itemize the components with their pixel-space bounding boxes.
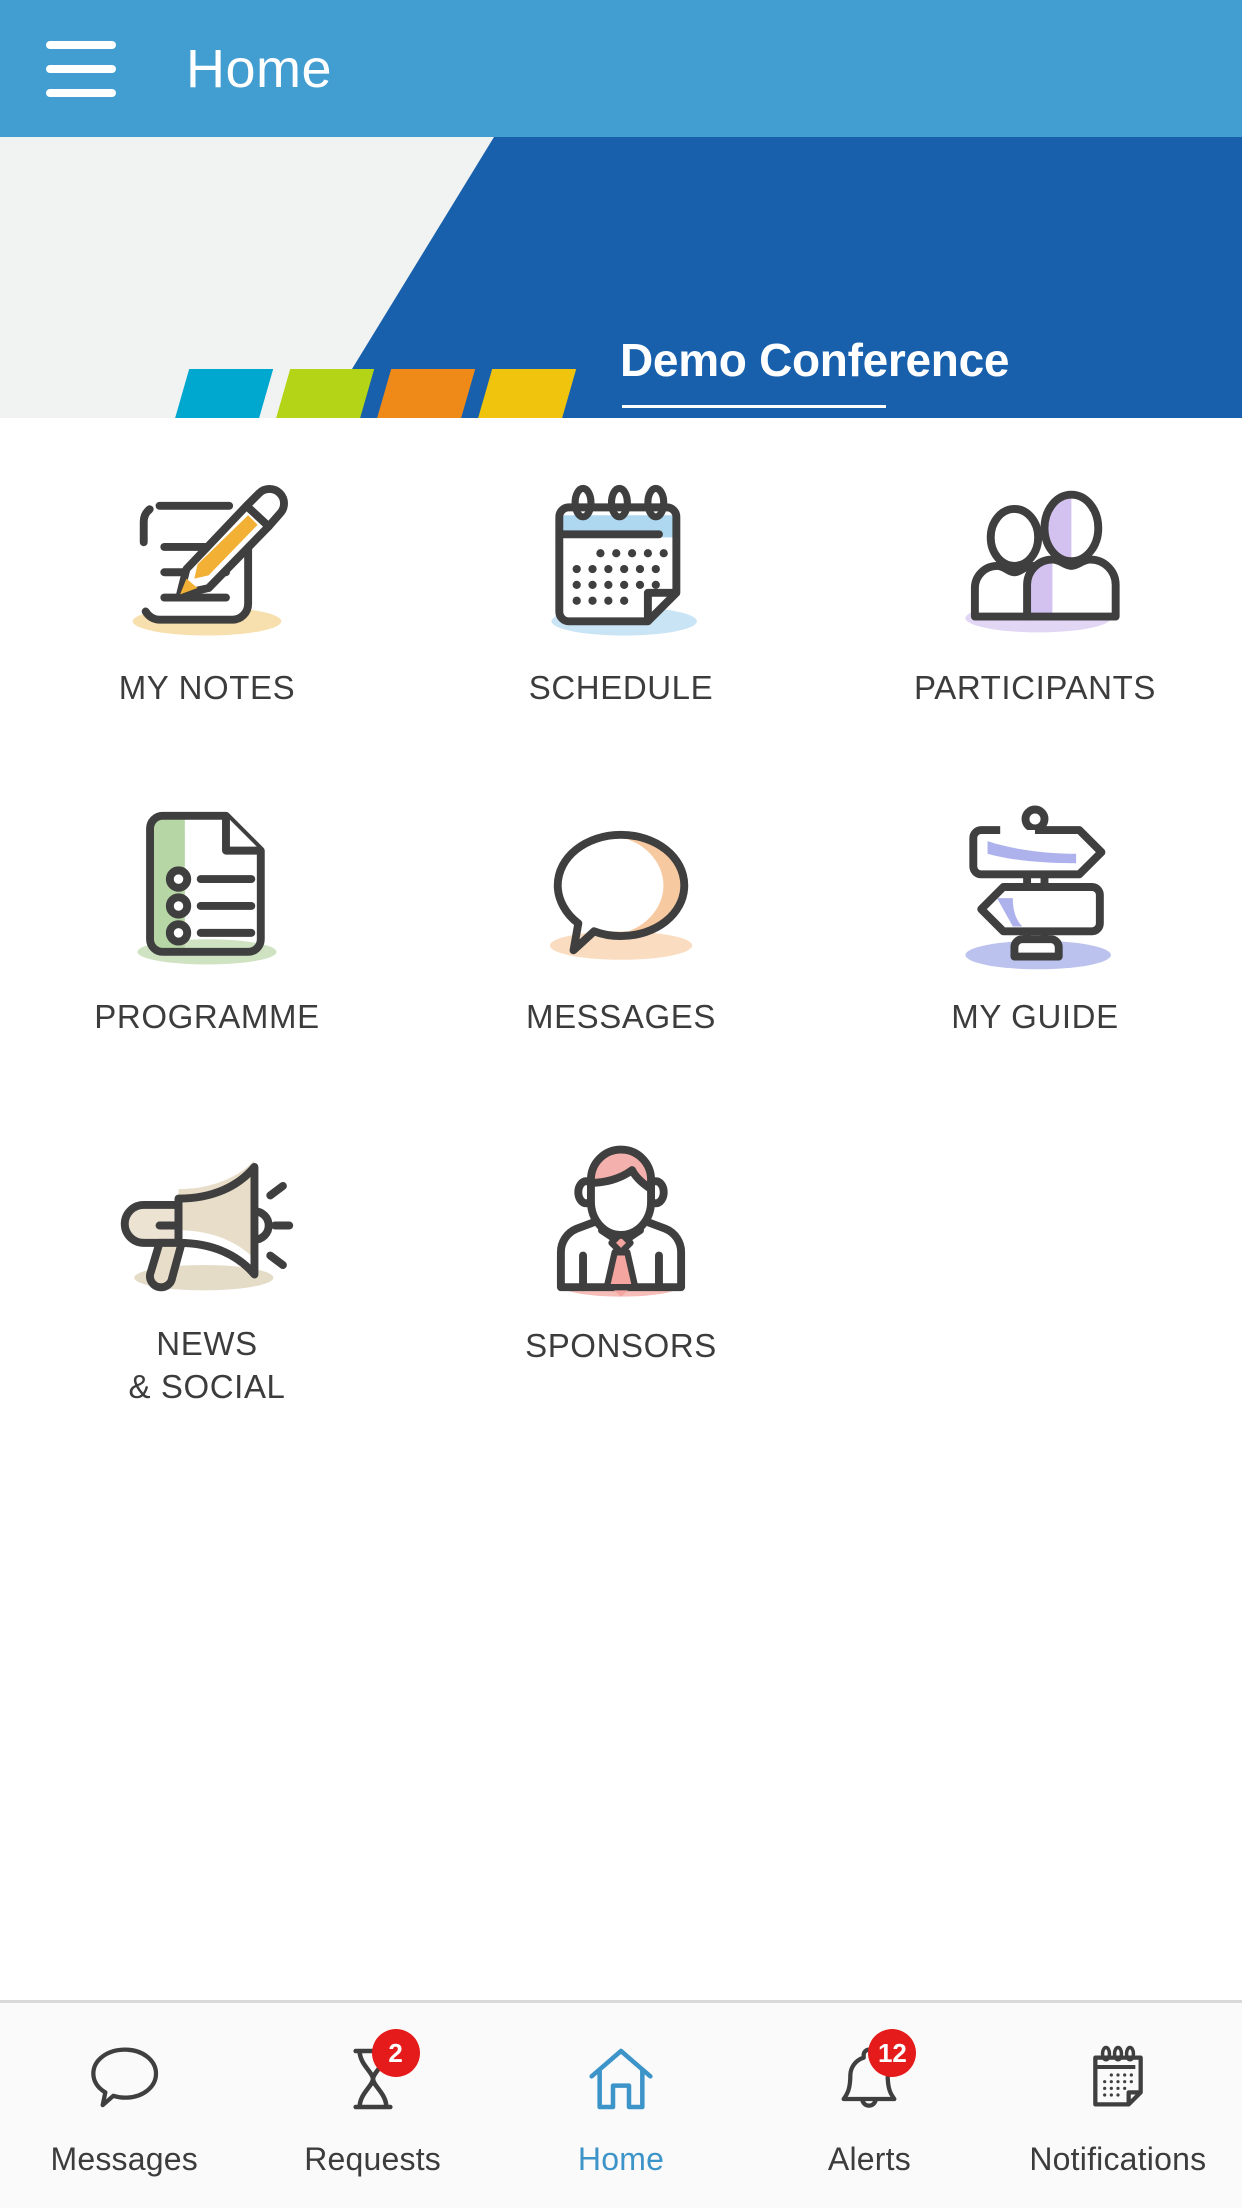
speech-bubble-icon xyxy=(521,799,721,974)
banner-text-block: Demo Conference May 16 - 17, 2020 London… xyxy=(620,333,1180,418)
hamburger-bar-3 xyxy=(46,88,116,97)
tile-label: MESSAGES xyxy=(525,998,717,1036)
tile-messages[interactable]: MESSAGES xyxy=(414,799,828,1038)
tile-sponsors[interactable]: SPONSORS xyxy=(414,1128,828,1407)
tile-label-line1: NEWS xyxy=(156,1325,258,1363)
calendar-icon xyxy=(521,470,721,645)
two-people-icon xyxy=(935,470,1135,645)
tile-programme[interactable]: PROGRAMME xyxy=(0,799,414,1038)
notepad-pencil-icon xyxy=(107,470,307,645)
hamburger-bar-2 xyxy=(46,64,116,73)
badge-requests: 2 xyxy=(371,2029,420,2077)
nav-item-home[interactable]: Home xyxy=(497,2003,745,2178)
tile-label: PROGRAMME xyxy=(94,998,320,1036)
logo-bar-cyan xyxy=(166,369,274,418)
tile-schedule[interactable]: SCHEDULE xyxy=(414,470,828,709)
businessman-icon xyxy=(521,1128,721,1303)
document-list-icon xyxy=(107,799,307,974)
tile-label: PARTICIPANTS xyxy=(914,669,1156,706)
nav-label: Alerts xyxy=(827,2141,911,2177)
hourglass-icon: 2 xyxy=(330,2029,420,2121)
banner-divider xyxy=(622,405,886,408)
tile-my-guide[interactable]: MY GUIDE xyxy=(828,799,1242,1038)
tile-participants[interactable]: PARTICIPANTS xyxy=(828,470,1242,709)
nav-label: Notifications xyxy=(1029,2141,1207,2177)
signpost-icon xyxy=(935,799,1135,974)
nav-item-notifications[interactable]: Notifications xyxy=(994,2003,1242,2178)
menu-grid: MY NOTES SCHEDULE PARTICIPANTS PROGRAMME… xyxy=(0,470,1242,1408)
nav-label: Home xyxy=(577,2141,665,2177)
app-header: Home xyxy=(0,0,1242,137)
tile-label: SPONSORS xyxy=(525,1327,717,1365)
tile-label: MY GUIDE xyxy=(951,998,1119,1036)
tile-label-line2: & SOCIAL xyxy=(128,1367,286,1405)
hamburger-bar-1 xyxy=(46,40,116,49)
megaphone-icon xyxy=(107,1128,307,1303)
hamburger-menu-icon[interactable] xyxy=(46,40,116,97)
tile-label: NEWS & SOCIAL xyxy=(128,1323,285,1407)
nav-item-messages[interactable]: Messages xyxy=(0,2003,248,2178)
nav-label: Messages xyxy=(50,2141,198,2177)
bottom-navigation-bar: Messages 2 Requests Home 12 Alerts Notif… xyxy=(0,2000,1242,2208)
nav-item-requests[interactable]: 2 Requests xyxy=(248,2003,496,2178)
nav-item-alerts[interactable]: 12 Alerts xyxy=(745,2003,993,2178)
tile-label: MY NOTES xyxy=(118,669,296,706)
page-title: Home xyxy=(186,38,333,99)
logo-bar-green xyxy=(267,369,375,418)
speech-bubble-icon xyxy=(81,2037,167,2121)
tile-news-and-social[interactable]: NEWS & SOCIAL xyxy=(0,1128,414,1407)
tile-my-notes[interactable]: MY NOTES xyxy=(0,470,414,709)
house-icon xyxy=(578,2037,664,2121)
conference-name: Demo Conference xyxy=(620,334,1010,386)
logo-bar-orange xyxy=(368,369,476,418)
conference-banner: Demo Conference May 16 - 17, 2020 London… xyxy=(0,137,1242,418)
bell-icon: 12 xyxy=(826,2029,917,2121)
tile-label: SCHEDULE xyxy=(528,669,714,706)
logo-bar-yellow xyxy=(469,369,577,418)
conference-logo-icon xyxy=(166,369,598,418)
calendar-icon xyxy=(1075,2037,1161,2121)
nav-label: Requests xyxy=(304,2141,441,2177)
